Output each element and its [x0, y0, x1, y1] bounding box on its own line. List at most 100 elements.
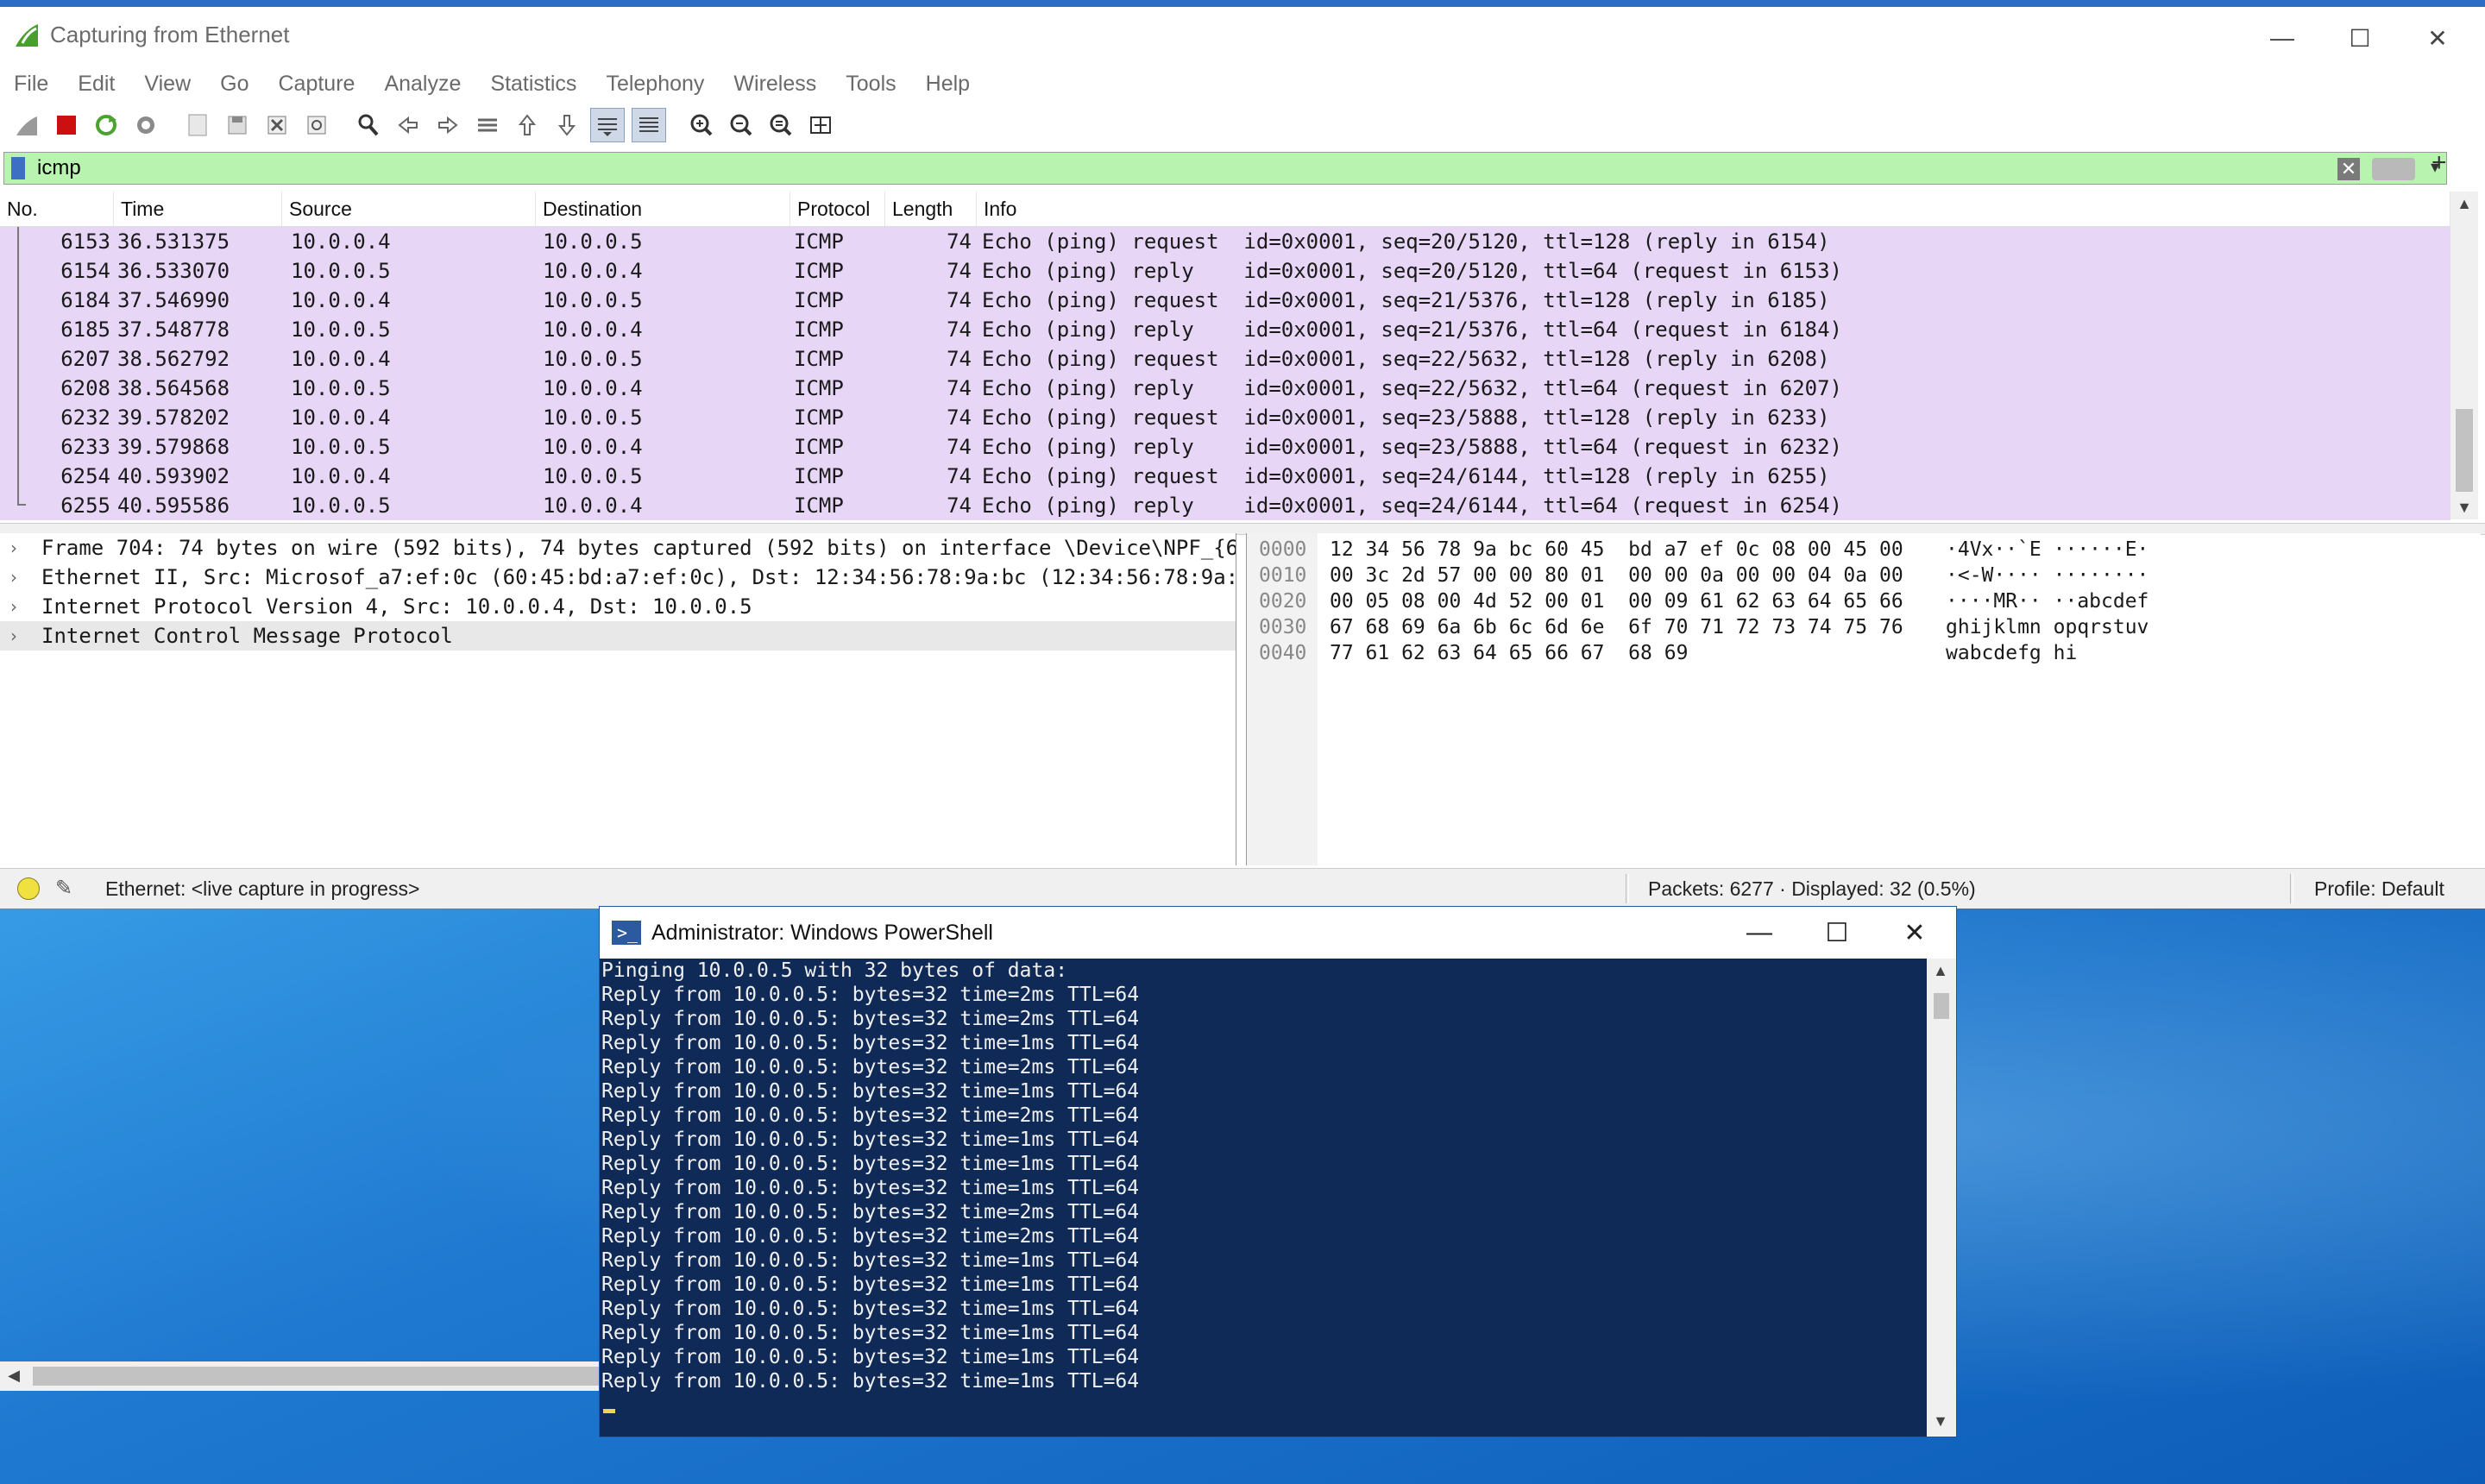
table-row[interactable]: 6255 40.595586 10.0.0.5 10.0.0.4 ICMP 74 Echo … [0, 491, 2450, 520]
packet-time: 38.564568 [117, 376, 230, 400]
clear-filter-icon[interactable]: ✕ [2337, 158, 2360, 180]
menu-file[interactable]: File [0, 72, 64, 97]
column-header-length[interactable]: Length [885, 192, 977, 226]
ps-maximize-button[interactable]: ☐ [1802, 910, 1872, 955]
menu-telephony[interactable]: Telephony [592, 72, 720, 97]
menu-wireless[interactable]: Wireless [720, 72, 832, 97]
console-line: Reply from 10.0.0.5: bytes=32 time=1ms T… [601, 1322, 1140, 1344]
menu-view[interactable]: View [130, 72, 206, 97]
menu-statistics[interactable]: Statistics [476, 72, 592, 97]
save-file-icon[interactable] [221, 109, 254, 141]
normal-size-icon[interactable] [764, 109, 797, 141]
table-row[interactable]: 6185 37.548778 10.0.0.5 10.0.0.4 ICMP 74 Echo … [0, 315, 2450, 344]
packet-bytes-pane[interactable]: 0000 12 34 56 78 9a bc 60 45 bd a7 ef 0c … [1246, 533, 2481, 865]
tree-item[interactable]: › Ethernet II, Src: Microsof_a7:ef:0c (60… [0, 563, 1236, 592]
table-row[interactable]: 6184 37.546990 10.0.0.4 10.0.0.5 ICMP 74 Echo … [0, 286, 2450, 315]
console-line: Reply from 10.0.0.5: bytes=32 time=2ms T… [601, 1225, 1140, 1248]
first-packet-icon[interactable] [511, 109, 544, 141]
colorize-icon[interactable] [632, 108, 666, 142]
chevron-right-icon[interactable]: › [10, 563, 17, 592]
column-header-protocol[interactable]: Protocol [790, 192, 885, 226]
bytes-hex[interactable]: 77 61 62 63 64 65 66 67 68 69 [1330, 640, 1688, 666]
expert-info-led-icon[interactable] [17, 877, 40, 900]
table-row[interactable]: 6208 38.564568 10.0.0.5 10.0.0.4 ICMP 74 Echo … [0, 374, 2450, 403]
menu-capture[interactable]: Capture [265, 72, 371, 97]
tree-item[interactable]: › Internet Control Message Protocol [0, 621, 1236, 651]
menu-edit[interactable]: Edit [64, 72, 130, 97]
autoscroll-icon[interactable] [590, 108, 625, 142]
open-file-icon[interactable] [181, 109, 214, 141]
close-button[interactable]: ✕ [2399, 14, 2476, 62]
apply-filter-arrow-icon[interactable] [2372, 158, 2415, 180]
packet-time: 39.579868 [117, 435, 230, 459]
packet-time: 38.562792 [117, 347, 230, 371]
chevron-right-icon[interactable]: › [10, 592, 17, 621]
capture-comment-pencil-icon[interactable]: ✎ [55, 876, 72, 901]
tree-item[interactable]: › Frame 704: 74 bytes on wire (592 bits),… [0, 533, 1236, 563]
filter-bookmark-icon[interactable] [11, 157, 25, 179]
scrollbar-thumb[interactable] [2456, 409, 2473, 492]
profile-label[interactable]: Profile: Default [2314, 877, 2444, 900]
bytes-hex[interactable]: 00 3c 2d 57 00 00 80 01 00 00 0a 00 00 0… [1330, 563, 1903, 588]
chevron-right-icon[interactable]: › [10, 533, 17, 563]
go-to-packet-icon[interactable] [471, 109, 504, 141]
ps-close-button[interactable]: ✕ [1880, 910, 1949, 955]
scroll-left-icon[interactable]: ◀ [0, 1367, 28, 1385]
menu-help[interactable]: Help [912, 72, 985, 97]
find-packet-icon[interactable] [352, 109, 385, 141]
bytes-ascii[interactable]: wabcdefg hi [1946, 640, 2077, 666]
table-row[interactable]: 6154 36.533070 10.0.0.5 10.0.0.4 ICMP 74 Echo … [0, 256, 2450, 286]
ps-minimize-button[interactable]: — [1725, 910, 1794, 955]
chevron-right-icon[interactable]: › [10, 621, 17, 651]
bytes-hex[interactable]: 12 34 56 78 9a bc 60 45 bd a7 ef 0c 08 0… [1330, 537, 1903, 563]
maximize-button[interactable]: ☐ [2321, 14, 2399, 62]
scroll-down-icon[interactable]: ▼ [1927, 1412, 1954, 1431]
table-row[interactable]: 6254 40.593902 10.0.0.4 10.0.0.5 ICMP 74 Echo … [0, 462, 2450, 491]
powershell-console[interactable]: Pinging 10.0.0.5 with 32 bytes of data: R… [600, 959, 1927, 1437]
bytes-hex[interactable]: 00 05 08 00 4d 52 00 01 00 09 61 62 63 6… [1330, 588, 1903, 614]
column-header-time[interactable]: Time [114, 192, 282, 226]
close-file-icon[interactable] [261, 109, 293, 141]
column-header-destination[interactable]: Destination [536, 192, 790, 226]
table-row[interactable]: 6207 38.562792 10.0.0.4 10.0.0.5 ICMP 74 Echo … [0, 344, 2450, 374]
column-header-info[interactable]: Info [977, 192, 2450, 226]
stop-capture-icon[interactable] [50, 109, 83, 141]
table-row[interactable]: 6153 36.531375 10.0.0.4 10.0.0.5 ICMP 74 Echo … [0, 227, 2450, 256]
scroll-up-icon[interactable]: ▲ [2450, 195, 2478, 213]
console-line: Reply from 10.0.0.5: bytes=32 time=1ms T… [601, 1129, 1140, 1151]
packet-details-pane[interactable]: › Frame 704: 74 bytes on wire (592 bits),… [0, 533, 1236, 1391]
column-header-source[interactable]: Source [282, 192, 536, 226]
packet-proto: ICMP [794, 259, 844, 283]
scroll-up-icon[interactable]: ▲ [1927, 962, 1954, 980]
shark-fin-start-icon[interactable] [10, 109, 43, 141]
menu-analyze[interactable]: Analyze [370, 72, 476, 97]
packet-list[interactable]: 6153 36.531375 10.0.0.4 10.0.0.5 ICMP 74 Echo … [0, 227, 2450, 520]
capture-options-icon[interactable] [129, 109, 162, 141]
bytes-hex[interactable]: 67 68 69 6a 6b 6c 6d 6e 6f 70 71 72 73 7… [1330, 614, 1903, 640]
column-header-no[interactable]: No. [0, 192, 114, 226]
bytes-ascii[interactable]: ·<-W···· ········ [1946, 563, 2148, 588]
add-filter-button[interactable]: + [2432, 148, 2447, 178]
table-row[interactable]: 6233 39.579868 10.0.0.5 10.0.0.4 ICMP 74 Echo … [0, 432, 2450, 462]
table-row[interactable]: 6232 39.578202 10.0.0.4 10.0.0.5 ICMP 74 Echo … [0, 403, 2450, 432]
scroll-down-icon[interactable]: ▼ [2450, 499, 2478, 517]
menu-go[interactable]: Go [206, 72, 264, 97]
tree-item[interactable]: › Internet Protocol Version 4, Src: 10.0.… [0, 592, 1236, 621]
scrollbar-thumb[interactable] [1934, 993, 1949, 1019]
restart-capture-icon[interactable] [90, 109, 123, 141]
zoom-in-icon[interactable] [685, 109, 718, 141]
go-forward-icon[interactable] [431, 109, 464, 141]
display-filter-input[interactable] [37, 154, 2281, 182]
bytes-ascii[interactable]: ····MR·· ··abcdef [1946, 588, 2148, 614]
reload-file-icon[interactable] [300, 109, 333, 141]
menu-tools[interactable]: Tools [832, 72, 911, 97]
bytes-ascii[interactable]: ·4Vx··`E ······E· [1946, 537, 2148, 563]
go-back-icon[interactable] [392, 109, 425, 141]
zoom-out-icon[interactable] [725, 109, 758, 141]
packet-list-scrollbar[interactable]: ▲ ▼ [2450, 192, 2478, 519]
resize-columns-icon[interactable] [804, 109, 837, 141]
minimize-button[interactable]: — [2243, 14, 2321, 62]
console-scrollbar[interactable]: ▲ ▼ [1927, 959, 1956, 1437]
last-packet-icon[interactable] [550, 109, 583, 141]
bytes-ascii[interactable]: ghijklmn opqrstuv [1946, 614, 2148, 640]
